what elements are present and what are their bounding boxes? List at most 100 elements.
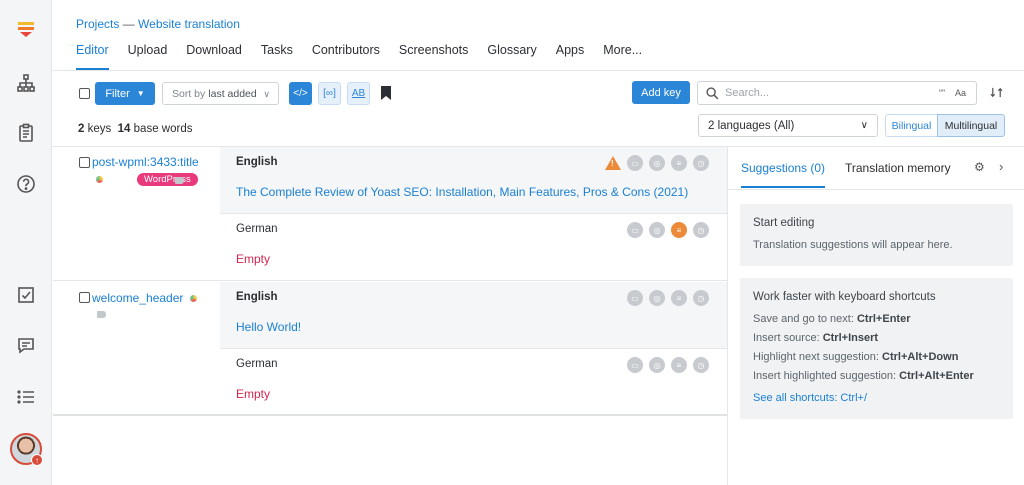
help-icon[interactable] bbox=[14, 172, 38, 196]
clock-icon[interactable]: ◷ bbox=[693, 222, 709, 238]
tab-apps[interactable]: Apps bbox=[556, 43, 585, 70]
tab-glossary[interactable]: Glossary bbox=[487, 43, 536, 70]
user-avatar[interactable]: ↑ bbox=[10, 433, 43, 466]
comment-icon[interactable]: ▭ bbox=[627, 357, 643, 373]
search-input[interactable]: Search... “” Aa bbox=[697, 81, 977, 105]
shortcut-keys: Ctrl+Alt+Enter bbox=[899, 370, 974, 382]
spellcheck-icon[interactable]: AB bbox=[347, 82, 370, 105]
task-check-icon[interactable] bbox=[14, 283, 38, 307]
sort-dropdown[interactable]: Sort by last added ∨ bbox=[162, 82, 279, 105]
tab-upload[interactable]: Upload bbox=[128, 43, 168, 70]
suggestions-panel: Suggestions (0) Translation memory ⚙ › S… bbox=[727, 147, 1024, 485]
history-list-icon[interactable]: ≡ bbox=[671, 222, 687, 238]
shortcuts-title: Work faster with keyboard shortcuts bbox=[753, 291, 936, 303]
code-view-icon[interactable]: </> bbox=[289, 82, 312, 105]
select-all-checkbox[interactable] bbox=[79, 88, 90, 99]
tag-icon[interactable] bbox=[175, 177, 184, 184]
clipboard-icon[interactable] bbox=[14, 121, 38, 145]
tab-more[interactable]: More... bbox=[603, 43, 642, 70]
clock-icon[interactable]: ◷ bbox=[693, 290, 709, 306]
clock-icon[interactable]: ◷ bbox=[693, 357, 709, 373]
filter-button[interactable]: Filter ▼ bbox=[95, 82, 155, 105]
search-case-toggle[interactable]: Aa bbox=[955, 88, 966, 98]
source-cell[interactable]: English ▭ ◎ ≡ ◷ Hello World! bbox=[220, 282, 727, 349]
breadcrumb-project[interactable]: Website translation bbox=[138, 17, 240, 31]
target-language: German bbox=[236, 358, 278, 370]
keys-label: keys bbox=[87, 123, 112, 135]
breadcrumb-projects[interactable]: Projects bbox=[76, 17, 119, 31]
shortcut-label: Insert source: bbox=[753, 332, 820, 344]
hierarchy-icon[interactable] bbox=[14, 71, 38, 95]
chevron-right-icon[interactable]: › bbox=[999, 159, 1003, 174]
start-editing-card: Start editing Translation suggestions wi… bbox=[740, 204, 1013, 266]
cell-actions: ▭ ◎ ≡ ◷ bbox=[627, 357, 709, 373]
left-rail: ↑ bbox=[0, 0, 52, 485]
words-count: 14 bbox=[117, 123, 131, 135]
swap-icon[interactable] bbox=[990, 86, 1003, 99]
search-regex-toggle[interactable]: “” bbox=[939, 88, 945, 98]
search-icon bbox=[706, 86, 719, 99]
tab-suggestions[interactable]: Suggestions (0) bbox=[741, 161, 826, 188]
shortcut-keys: Ctrl+Insert bbox=[822, 332, 879, 344]
key-column: welcome_header bbox=[53, 282, 220, 414]
search-placeholder: Search... bbox=[725, 87, 770, 99]
screenshot-icon[interactable]: ◎ bbox=[649, 222, 665, 238]
upgrade-arrow-icon: ↑ bbox=[31, 454, 43, 466]
screenshot-icon[interactable]: ◎ bbox=[649, 357, 665, 373]
platform-dot-icon bbox=[96, 176, 103, 183]
history-list-icon[interactable]: ≡ bbox=[671, 290, 687, 306]
comment-icon[interactable]: ▭ bbox=[627, 290, 643, 306]
clock-icon[interactable]: ◷ bbox=[693, 155, 709, 171]
comments-icon[interactable] bbox=[14, 333, 38, 357]
language-select-value: 2 languages (All) bbox=[708, 119, 795, 132]
key-name[interactable]: welcome_header bbox=[92, 291, 197, 305]
gear-icon[interactable]: ⚙ bbox=[974, 160, 985, 174]
shortcut-keys: Ctrl+Enter bbox=[856, 313, 911, 325]
tab-translation-memory[interactable]: Translation memory bbox=[845, 161, 951, 175]
key-row: post-wpml:3433:title WordPress English !… bbox=[53, 147, 727, 281]
key-row: welcome_header English ▭ ◎ ≡ ◷ Hello Wor… bbox=[53, 282, 727, 416]
source-cell[interactable]: English ! ▭ ◎ ≡ ◷ The Complete Review of… bbox=[220, 147, 727, 214]
tag-badge[interactable]: WordPress bbox=[137, 173, 198, 186]
target-cell[interactable]: German ▭ ◎ ≡ ◷ Empty bbox=[220, 349, 727, 416]
screenshot-icon[interactable]: ◎ bbox=[649, 155, 665, 171]
bookmark-icon[interactable] bbox=[381, 86, 391, 100]
tab-editor[interactable]: Editor bbox=[76, 43, 109, 70]
add-key-button[interactable]: Add key bbox=[632, 81, 690, 104]
history-list-icon[interactable]: ≡ bbox=[671, 155, 687, 171]
project-tabs: Editor Upload Download Tasks Contributor… bbox=[76, 43, 661, 70]
warning-icon[interactable]: ! bbox=[605, 156, 621, 170]
language-select[interactable]: 2 languages (All) ∨ bbox=[698, 114, 878, 137]
start-editing-title: Start editing bbox=[753, 217, 815, 229]
history-list-icon[interactable]: ≡ bbox=[671, 357, 687, 373]
shortcut-line: Insert source: Ctrl+Insert bbox=[753, 332, 878, 344]
source-text: The Complete Review of Yoast SEO: Instal… bbox=[236, 185, 689, 199]
tag-icon[interactable] bbox=[97, 311, 106, 318]
tab-download[interactable]: Download bbox=[186, 43, 242, 70]
breadcrumb-separator: — bbox=[122, 17, 135, 31]
tab-tasks[interactable]: Tasks bbox=[261, 43, 293, 70]
list-icon[interactable] bbox=[14, 385, 38, 409]
see-all-shortcuts-link[interactable]: See all shortcuts: Ctrl+/ bbox=[753, 392, 867, 404]
placeholder-icon[interactable]: [∞] bbox=[318, 82, 341, 105]
comment-icon[interactable]: ▭ bbox=[627, 155, 643, 171]
key-checkbox[interactable] bbox=[79, 292, 90, 303]
key-name[interactable]: post-wpml:3433:title bbox=[92, 155, 199, 169]
key-word-counts: 2 keys 14 base words bbox=[78, 123, 192, 135]
logo-icon[interactable] bbox=[14, 17, 38, 41]
screenshot-icon[interactable]: ◎ bbox=[649, 290, 665, 306]
cell-actions: ▭ ◎ ≡ ◷ bbox=[627, 222, 709, 238]
tab-contributors[interactable]: Contributors bbox=[312, 43, 380, 70]
target-cell[interactable]: German ▭ ◎ ≡ ◷ Empty bbox=[220, 214, 727, 281]
comment-icon[interactable]: ▭ bbox=[627, 222, 643, 238]
tab-screenshots[interactable]: Screenshots bbox=[399, 43, 468, 70]
target-text: Empty bbox=[236, 252, 271, 266]
key-checkbox[interactable] bbox=[79, 157, 90, 168]
breadcrumb: Projects — Website translation bbox=[76, 17, 240, 31]
bilingual-toggle[interactable]: Bilingual bbox=[885, 114, 938, 137]
shortcut-line: Save and go to next: Ctrl+Enter bbox=[753, 313, 910, 325]
target-text: Empty bbox=[236, 387, 271, 401]
multilingual-toggle[interactable]: Multilingual bbox=[937, 114, 1005, 137]
keys-count: 2 bbox=[78, 123, 85, 135]
target-language: German bbox=[236, 223, 278, 235]
